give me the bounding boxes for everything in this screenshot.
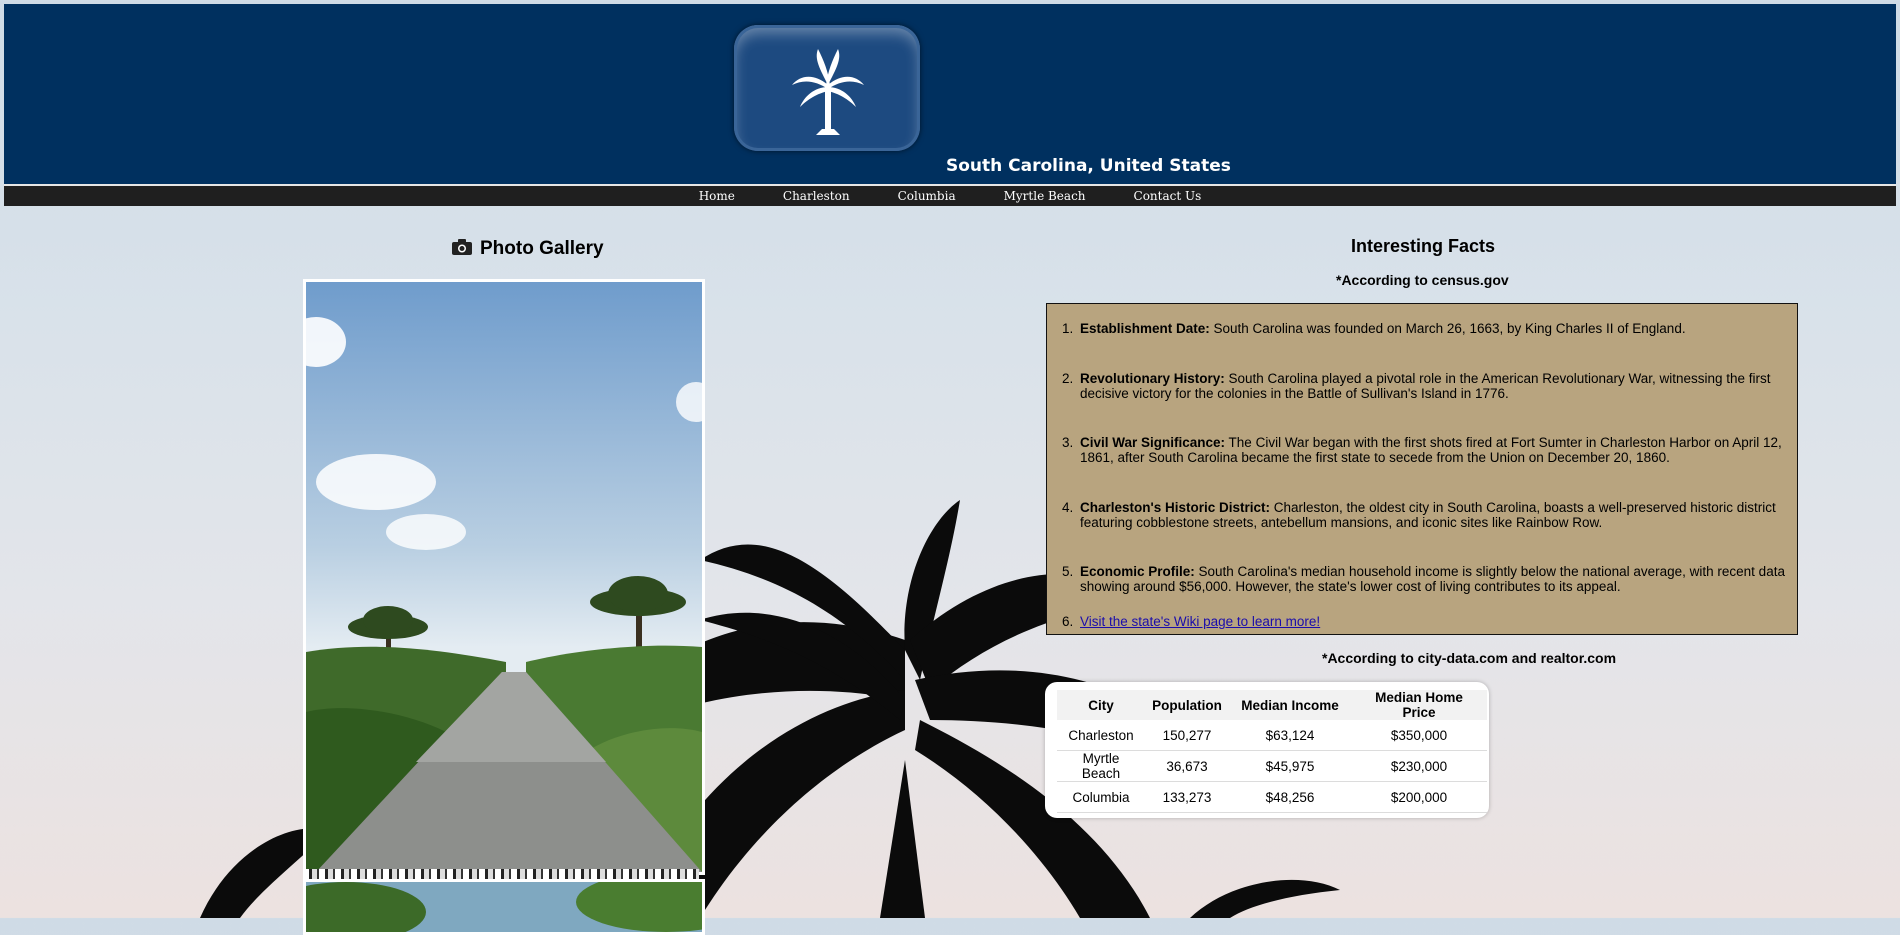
table-cell: $48,256 [1229, 781, 1351, 813]
table-cell: $230,000 [1351, 750, 1487, 782]
main-nav: Home Charleston Columbia Myrtle Beach Co… [4, 186, 1896, 206]
fact-item: 2. Revolutionary History: South Carolina… [1062, 371, 1780, 401]
fact-number: 5. [1062, 564, 1074, 579]
table-cell: $200,000 [1351, 781, 1487, 813]
gallery-photo-2[interactable] [303, 879, 705, 935]
table-header-row: City Population Median Income Median Hom… [1057, 690, 1487, 720]
facts-title: Interesting Facts [1351, 236, 1496, 256]
table-cell: Myrtle Beach [1057, 750, 1145, 782]
table-cell: $350,000 [1351, 720, 1487, 751]
table-cell: $45,975 [1229, 750, 1351, 782]
camera-icon [452, 239, 472, 255]
fact-heading: Charleston's Historic District: [1080, 500, 1271, 515]
city-table-card: City Population Median Income Median Hom… [1045, 682, 1489, 818]
fact-item: 5. Economic Profile: South Carolina's me… [1062, 564, 1790, 594]
fact-number: 1. [1062, 321, 1074, 336]
nav-columbia[interactable]: Columbia [898, 186, 956, 206]
nav-charleston[interactable]: Charleston [783, 186, 850, 206]
fact-heading: Revolutionary History: [1080, 371, 1225, 386]
gallery-film-strip [303, 869, 699, 879]
table-cell: 150,277 [1145, 720, 1229, 751]
gallery-title-text: Photo Gallery [480, 238, 604, 259]
fact-number: 2. [1062, 371, 1074, 386]
fact-item: 4. Charleston's Historic District: Charl… [1062, 500, 1790, 530]
fact-text: South Carolina was founded on March 26, … [1209, 321, 1686, 336]
nav-contact-us[interactable]: Contact Us [1134, 186, 1202, 206]
fact-heading: Economic Profile: [1080, 564, 1195, 579]
fact-number: 6. [1062, 614, 1074, 629]
wiki-link[interactable]: Visit the state's Wiki page to learn mor… [1080, 614, 1320, 629]
table-row: Myrtle Beach 36,673 $45,975 $230,000 [1057, 750, 1487, 782]
fact-item: 1. Establishment Date: South Carolina wa… [1062, 321, 1830, 336]
city-table: City Population Median Income Median Hom… [1057, 690, 1487, 813]
fact-number: 4. [1062, 500, 1074, 515]
site-title: South Carolina, United States [946, 156, 1231, 176]
fact-heading: Civil War Significance: [1080, 435, 1226, 450]
fact-item: 3. Civil War Significance: The Civil War… [1062, 435, 1790, 465]
gallery-photo-boardwalk[interactable] [303, 279, 705, 875]
fact-number: 3. [1062, 435, 1074, 450]
table-source: *According to city-data.com and realtor.… [1322, 650, 1617, 666]
table-cell: 133,273 [1145, 781, 1229, 813]
fact-item: 6. Visit the state's Wiki page to learn … [1062, 614, 1830, 629]
table-cell: Columbia [1057, 781, 1145, 813]
column-header: City [1057, 690, 1145, 720]
palmetto-flag-icon [734, 25, 920, 151]
gallery-title: Photo Gallery [452, 238, 604, 260]
column-header: Population [1145, 690, 1229, 720]
table-cell: 36,673 [1145, 750, 1229, 782]
table-row: Columbia 133,273 $48,256 $200,000 [1057, 781, 1487, 813]
column-header: Median Income [1229, 690, 1351, 720]
table-row: Charleston 150,277 $63,124 $350,000 [1057, 720, 1487, 751]
facts-source: *According to census.gov [1336, 272, 1509, 288]
table-cell: $63,124 [1229, 720, 1351, 751]
nav-myrtle-beach[interactable]: Myrtle Beach [1004, 186, 1086, 206]
table-cell: Charleston [1057, 720, 1145, 751]
fact-heading: Establishment Date: [1080, 321, 1210, 336]
column-header: Median Home Price [1351, 690, 1487, 720]
facts-box: 1. Establishment Date: South Carolina wa… [1046, 303, 1798, 635]
nav-home[interactable]: Home [699, 186, 735, 206]
site-header: South Carolina, United States [4, 4, 1896, 186]
